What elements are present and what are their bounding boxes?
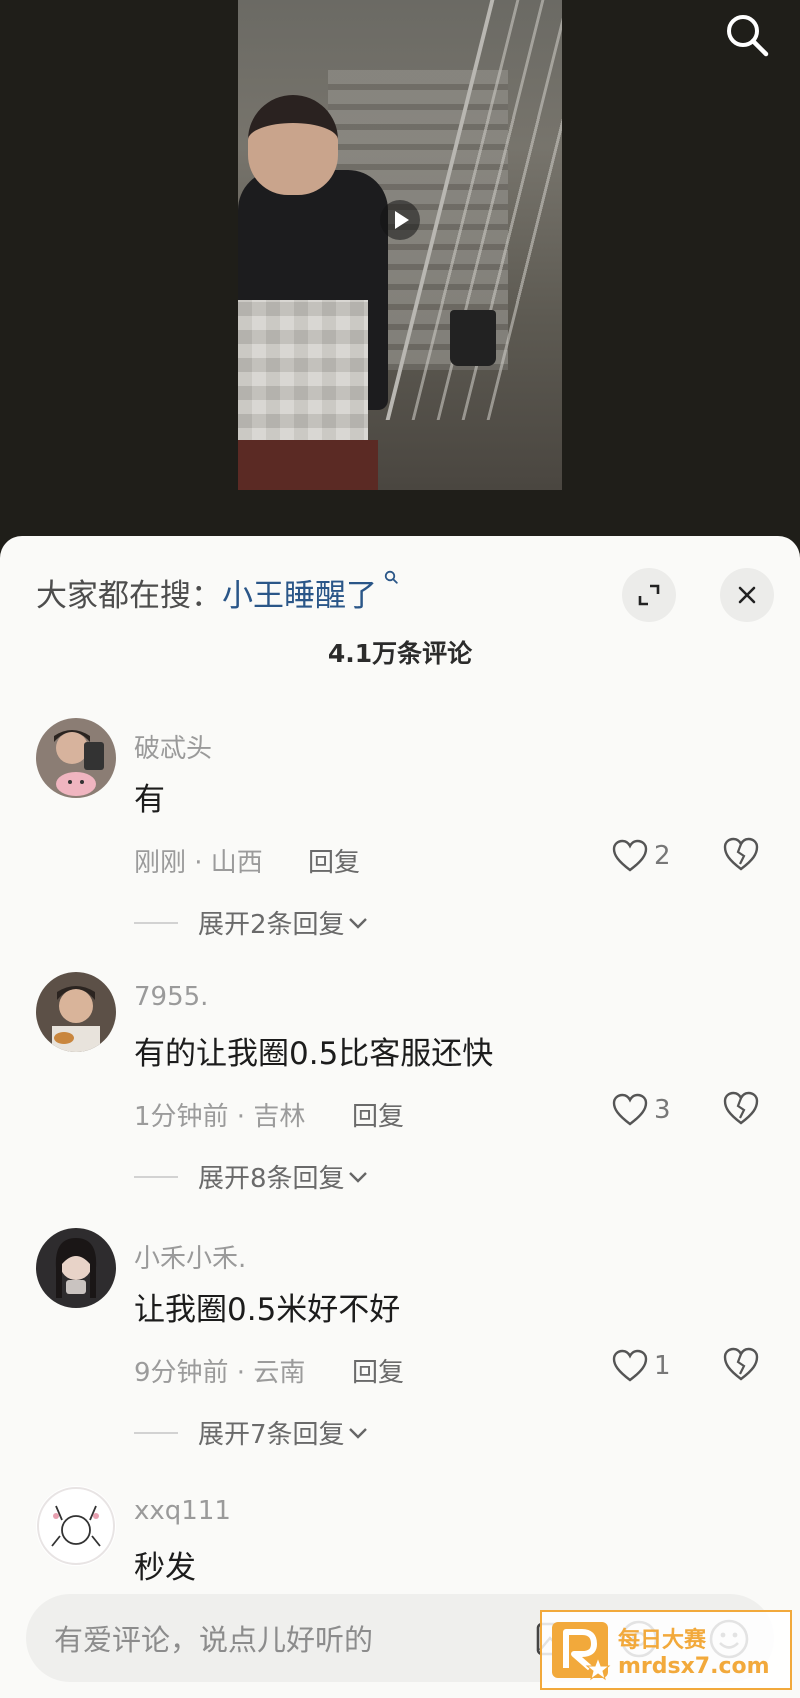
reply-button[interactable]: 回复 xyxy=(308,842,360,879)
expand-replies-button[interactable]: 展开2条回复 xyxy=(134,904,371,941)
like-count: 3 xyxy=(654,1095,671,1125)
avatar[interactable] xyxy=(36,972,116,1052)
broken-heart-icon xyxy=(723,1347,759,1381)
comment-count: 4.1万条评论 xyxy=(327,639,473,668)
watermark: 每日大赛 mrdsx7.com xyxy=(540,1610,792,1690)
dislike-button[interactable] xyxy=(722,1090,762,1130)
like-button[interactable]: 3 xyxy=(612,1090,671,1130)
comment-meta: 9分钟前 · 云南 xyxy=(134,1358,306,1388)
expand-replies-label: 展开2条回复 xyxy=(198,910,345,940)
divider-line xyxy=(134,1175,178,1178)
comment-username[interactable]: 小禾小禾. xyxy=(134,1238,246,1275)
chevron-down-icon xyxy=(348,1171,367,1183)
broken-heart-icon xyxy=(723,1091,759,1125)
watermark-logo-icon xyxy=(552,1622,611,1681)
reply-button[interactable]: 回复 xyxy=(352,1096,404,1133)
like-button[interactable]: 1 xyxy=(612,1346,671,1386)
hot-search-prefix: 大家都在搜： xyxy=(36,577,222,614)
like-button[interactable]: 2 xyxy=(612,836,671,876)
comment-text: 有的让我圈0.5比客服还快 xyxy=(134,1036,494,1072)
divider-line xyxy=(134,1431,178,1434)
hot-search-term[interactable]: 小王睡醒了 xyxy=(222,578,377,614)
fullscreen-button[interactable] xyxy=(622,568,676,622)
bench xyxy=(238,440,378,490)
comment-meta: 刚刚 · 山西 xyxy=(134,848,263,878)
chevron-down-icon xyxy=(348,917,367,929)
like-count: 1 xyxy=(654,1351,671,1381)
dislike-button[interactable] xyxy=(722,1346,762,1386)
comment-sheet: 大家都在搜： 小王睡醒了 4.1万条评论 破忒头 有 刚刚 · 山西 回复 2 … xyxy=(0,536,800,1698)
search-icon[interactable] xyxy=(722,10,772,60)
expand-replies-label: 展开7条回复 xyxy=(198,1420,345,1450)
small-search-icon xyxy=(379,570,398,598)
hot-search-bar: 大家都在搜： 小王睡醒了 xyxy=(36,564,776,622)
comment-text: 有 xyxy=(134,782,165,818)
expand-replies-button[interactable]: 展开7条回复 xyxy=(134,1414,371,1451)
bucket xyxy=(450,310,496,366)
comment-username[interactable]: 破忒头 xyxy=(134,728,212,765)
expand-icon xyxy=(638,584,660,606)
watermark-title: 每日大赛 xyxy=(618,1627,707,1653)
person-head xyxy=(248,95,338,195)
video-frame[interactable] xyxy=(238,0,562,490)
avatar[interactable] xyxy=(36,718,116,798)
avatar[interactable] xyxy=(36,1228,116,1308)
heart-icon xyxy=(612,839,648,872)
watermark-url: mrdsx7.com xyxy=(618,1653,770,1679)
close-button[interactable] xyxy=(720,568,774,622)
avatar[interactable] xyxy=(36,1486,116,1566)
comment-meta: 1分钟前 · 吉林 xyxy=(134,1102,306,1132)
comment-text: 秒发 xyxy=(134,1550,196,1586)
heart-icon xyxy=(612,1093,648,1126)
hot-search-link[interactable]: 小王睡醒了 xyxy=(222,570,398,615)
play-icon[interactable] xyxy=(380,200,420,240)
dislike-button[interactable] xyxy=(722,836,762,876)
video-player[interactable] xyxy=(0,0,800,560)
close-icon xyxy=(738,586,756,604)
like-count: 2 xyxy=(654,841,671,871)
comment-input[interactable]: 有爱评论，说点儿好听的 xyxy=(54,1617,373,1659)
broken-heart-icon xyxy=(723,837,759,871)
heart-icon xyxy=(612,1349,648,1382)
reply-button[interactable]: 回复 xyxy=(352,1352,404,1389)
comment-username[interactable]: xxq111 xyxy=(134,1496,231,1526)
divider-line xyxy=(134,921,178,924)
comment-text: 让我圈0.5米好不好 xyxy=(134,1292,401,1328)
comment-username[interactable]: 7955. xyxy=(134,982,208,1012)
expand-replies-button[interactable]: 展开8条回复 xyxy=(134,1158,371,1195)
chevron-down-icon xyxy=(348,1427,367,1439)
expand-replies-label: 展开8条回复 xyxy=(198,1164,345,1194)
